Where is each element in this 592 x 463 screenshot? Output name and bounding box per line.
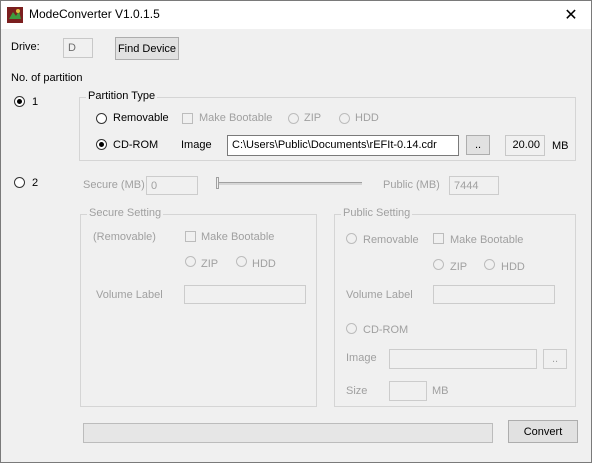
drive-label: Drive: xyxy=(11,41,40,53)
public-image-input[interactable] xyxy=(389,349,537,369)
secure-volume-label: Volume Label xyxy=(96,289,163,301)
public-hdd-label: HDD xyxy=(501,261,525,273)
app-icon xyxy=(7,7,23,23)
partition-1-radio[interactable] xyxy=(14,96,25,107)
secure-mb-label: Secure (MB) xyxy=(83,179,145,191)
type-hdd-label: HDD xyxy=(355,112,379,124)
title-bar: ModeConverter V1.0.1.5 ✕ xyxy=(1,1,591,29)
secure-make-bootable-checkbox[interactable] xyxy=(185,231,196,242)
secure-zip-radio[interactable] xyxy=(185,256,196,267)
public-mb-label: Public (MB) xyxy=(383,179,440,191)
image-size-field: 20.00 xyxy=(505,135,545,156)
type-zip-label: ZIP xyxy=(304,112,322,124)
secure-hdd-label: HDD xyxy=(252,258,276,270)
image-path-input[interactable]: C:\Users\Public\Documents\rEFIt-0.14.cdr xyxy=(227,135,459,156)
find-device-button[interactable]: Find Device xyxy=(115,37,179,60)
secure-removable-label: (Removable) xyxy=(93,231,156,243)
make-bootable-checkbox[interactable] xyxy=(182,113,193,124)
type-cdrom-radio[interactable] xyxy=(96,139,107,150)
browse-image-button[interactable]: .. xyxy=(466,135,490,155)
public-size-label: Size xyxy=(346,385,368,397)
public-size-input[interactable] xyxy=(389,381,427,401)
public-hdd-radio[interactable] xyxy=(484,259,495,270)
public-removable-radio[interactable] xyxy=(346,233,357,244)
type-cdrom-label: CD-ROM xyxy=(113,139,159,151)
secure-setting-label: Secure Setting xyxy=(87,207,164,219)
public-make-bootable-checkbox[interactable] xyxy=(433,233,444,244)
secure-make-bootable-label: Make Bootable xyxy=(201,231,275,243)
public-zip-label: ZIP xyxy=(450,261,468,273)
secure-zip-label: ZIP xyxy=(201,258,219,270)
public-volume-input[interactable] xyxy=(433,285,555,304)
image-label: Image xyxy=(181,139,212,151)
partition-1-label: 1 xyxy=(32,96,39,108)
partition-size-slider[interactable] xyxy=(216,182,362,185)
image-size-unit: MB xyxy=(552,140,569,152)
secure-volume-input[interactable] xyxy=(184,285,306,304)
public-setting-label: Public Setting xyxy=(341,207,413,219)
type-removable-radio[interactable] xyxy=(96,113,107,124)
app-window: ModeConverter V1.0.1.5 ✕ Drive: D Find D… xyxy=(0,0,592,463)
make-bootable-label: Make Bootable xyxy=(199,112,273,124)
public-browse-button[interactable]: .. xyxy=(543,349,567,369)
type-hdd-radio[interactable] xyxy=(339,113,350,124)
public-size-unit: MB xyxy=(432,385,449,397)
secure-mb-field[interactable]: 0 xyxy=(146,176,198,195)
window-title: ModeConverter V1.0.1.5 xyxy=(29,7,160,21)
public-image-label: Image xyxy=(346,352,377,364)
partition-count-label: No. of partition xyxy=(11,72,83,84)
public-make-bootable-label: Make Bootable xyxy=(450,234,524,246)
public-cdrom-label: CD-ROM xyxy=(363,324,409,336)
slider-thumb[interactable] xyxy=(216,177,219,189)
public-zip-radio[interactable] xyxy=(433,259,444,270)
progress-bar xyxy=(83,423,493,443)
type-removable-label: Removable xyxy=(113,112,169,124)
public-removable-label: Removable xyxy=(363,234,419,246)
type-zip-radio[interactable] xyxy=(288,113,299,124)
public-volume-label: Volume Label xyxy=(346,289,413,301)
public-cdrom-radio[interactable] xyxy=(346,323,357,334)
close-icon[interactable]: ✕ xyxy=(551,1,591,29)
secure-hdd-radio[interactable] xyxy=(236,256,247,267)
partition-type-label: Partition Type xyxy=(86,90,158,102)
partition-2-radio[interactable] xyxy=(14,177,25,188)
partition-2-label: 2 xyxy=(32,177,39,189)
drive-field: D xyxy=(63,38,93,58)
convert-button[interactable]: Convert xyxy=(508,420,578,443)
public-mb-field[interactable]: 7444 xyxy=(449,176,499,195)
